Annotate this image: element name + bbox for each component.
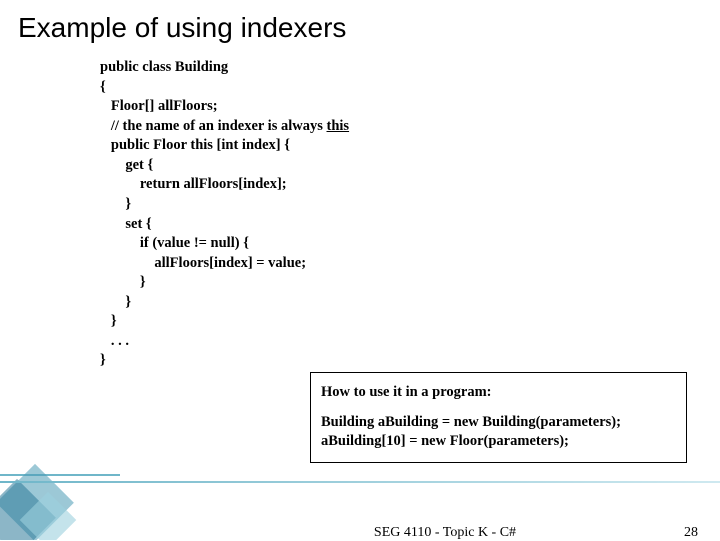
usage-line: aBuilding[10] = new Floor(parameters); — [321, 432, 676, 452]
code-line: public Floor this [int index] { — [100, 137, 290, 153]
code-line: // the name of an indexer is always this — [100, 118, 349, 134]
code-line: set { — [100, 216, 152, 232]
code-line: . . . — [100, 333, 129, 349]
code-line: get { — [100, 157, 153, 173]
usage-title: How to use it in a program: — [321, 383, 676, 403]
code-line: } — [100, 313, 117, 329]
page-number: 28 — [684, 525, 698, 541]
footer-text: SEG 4110 - Topic K - C# — [170, 525, 720, 541]
code-line: } — [100, 274, 146, 290]
slide-title: Example of using indexers — [0, 0, 720, 44]
code-line: if (value != null) { — [100, 235, 249, 251]
code-line: } — [100, 352, 106, 368]
code-line: { — [100, 79, 106, 95]
corner-decoration — [0, 420, 120, 540]
usage-line: Building aBuilding = new Building(parame… — [321, 413, 676, 433]
code-line: } — [100, 196, 131, 212]
code-line: return allFloors[index]; — [100, 176, 287, 192]
code-line: } — [100, 294, 131, 310]
code-line: public class Building — [100, 59, 228, 75]
divider-line — [0, 481, 720, 483]
code-line: Floor[] allFloors; — [100, 98, 218, 114]
usage-box: How to use it in a program: Building aBu… — [310, 372, 687, 463]
code-block: public class Building { Floor[] allFloor… — [100, 58, 720, 371]
code-line: allFloors[index] = value; — [100, 255, 306, 271]
